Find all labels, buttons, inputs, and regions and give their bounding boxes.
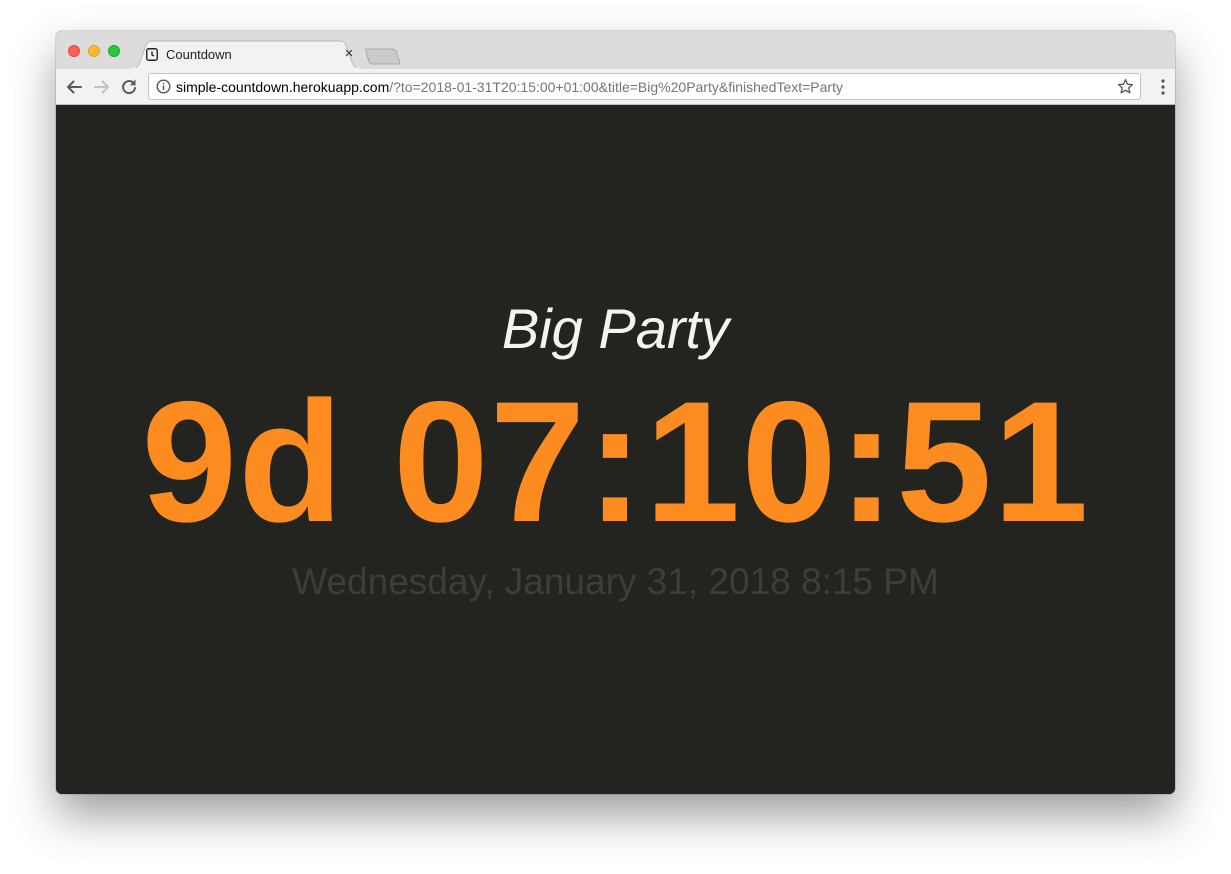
new-tab-button[interactable] [365,47,401,65]
url-path: /?to=2018-01-31T20:15:00+01:00&title=Big… [389,79,843,95]
browser-window: Countdown × simple-countdown.herokuapp.c… [56,31,1175,794]
tab-title: Countdown [166,47,232,62]
tab-strip: Countdown × [56,31,1175,69]
browser-toolbar: simple-countdown.herokuapp.com/?to=2018-… [56,69,1175,105]
clock-icon [146,48,158,61]
tab-countdown[interactable]: Countdown × [130,40,362,69]
star-icon[interactable] [1117,78,1134,95]
back-arrow-icon[interactable] [64,77,84,97]
countdown-page: Big Party 9d 07:10:51 Wednesday, January… [56,105,1175,794]
reload-icon[interactable] [119,77,139,97]
address-bar[interactable]: simple-countdown.herokuapp.com/?to=2018-… [148,73,1141,100]
countdown-target-date: Wednesday, January 31, 2018 8:15 PM [292,561,939,602]
countdown-timer: 9d 07:10:51 [141,366,1090,558]
window-minimize-button[interactable] [88,45,100,57]
tab-shape [130,40,362,69]
countdown-title: Big Party [501,297,730,360]
window-maximize-button[interactable] [108,45,120,57]
tab-close-icon[interactable]: × [342,46,356,61]
address-url[interactable]: simple-countdown.herokuapp.com/?to=2018-… [176,79,843,95]
url-host: simple-countdown.herokuapp.com [176,79,390,95]
forward-arrow-icon[interactable] [92,77,112,97]
window-close-button[interactable] [68,45,80,57]
menu-icon[interactable] [1161,79,1165,95]
info-icon[interactable] [156,79,171,94]
